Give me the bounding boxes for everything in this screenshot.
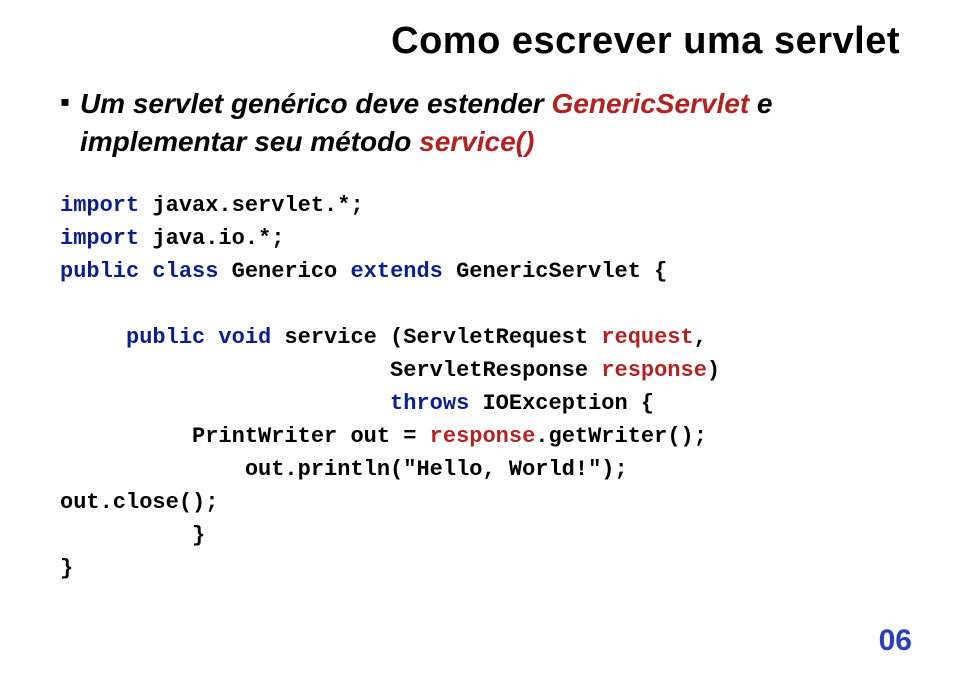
var-response: response [430, 424, 536, 449]
bullet-keyword-genericservlet: GenericServlet [551, 88, 749, 119]
code-text: service (ServletRequest [271, 325, 601, 350]
kw-throws: throws [60, 391, 469, 416]
slide-title: Como escrever uma servlet [60, 20, 900, 63]
code-text: PrintWriter out = [60, 424, 430, 449]
code-text: javax.servlet.*; [139, 193, 363, 218]
param-response: response [601, 358, 707, 383]
page-number: 06 [879, 624, 912, 658]
code-text: out.close(); [60, 490, 218, 515]
code-text: .getWriter(); [535, 424, 707, 449]
code-text: ServletResponse [60, 358, 601, 383]
code-text: } [60, 556, 73, 581]
code-text: Generico [218, 259, 350, 284]
code-text: IOException { [469, 391, 654, 416]
bullet-square-icon: ▪ [60, 85, 70, 119]
kw-public-class: public class [60, 259, 218, 284]
code-text: } [60, 523, 205, 548]
bullet-keyword-service: service() [419, 126, 534, 157]
bullet-item: ▪ Um servlet genérico deve estender Gene… [60, 85, 900, 161]
bullet-part1: Um servlet genérico deve estender [80, 88, 552, 119]
code-text: out.println("Hello, World!"); [60, 457, 628, 482]
slide: Como escrever uma servlet ▪ Um servlet g… [0, 0, 960, 680]
param-request: request [601, 325, 693, 350]
kw-import: import [60, 226, 139, 251]
kw-extends: extends [350, 259, 442, 284]
code-text: GenericServlet { [443, 259, 667, 284]
code-text: ) [707, 358, 720, 383]
kw-import: import [60, 193, 139, 218]
code-block: import javax.servlet.*; import java.io.*… [60, 189, 900, 585]
kw-public-void: public void [60, 325, 271, 350]
code-text: , [694, 325, 707, 350]
code-text: java.io.*; [139, 226, 284, 251]
bullet-text: Um servlet genérico deve estender Generi… [80, 85, 900, 161]
